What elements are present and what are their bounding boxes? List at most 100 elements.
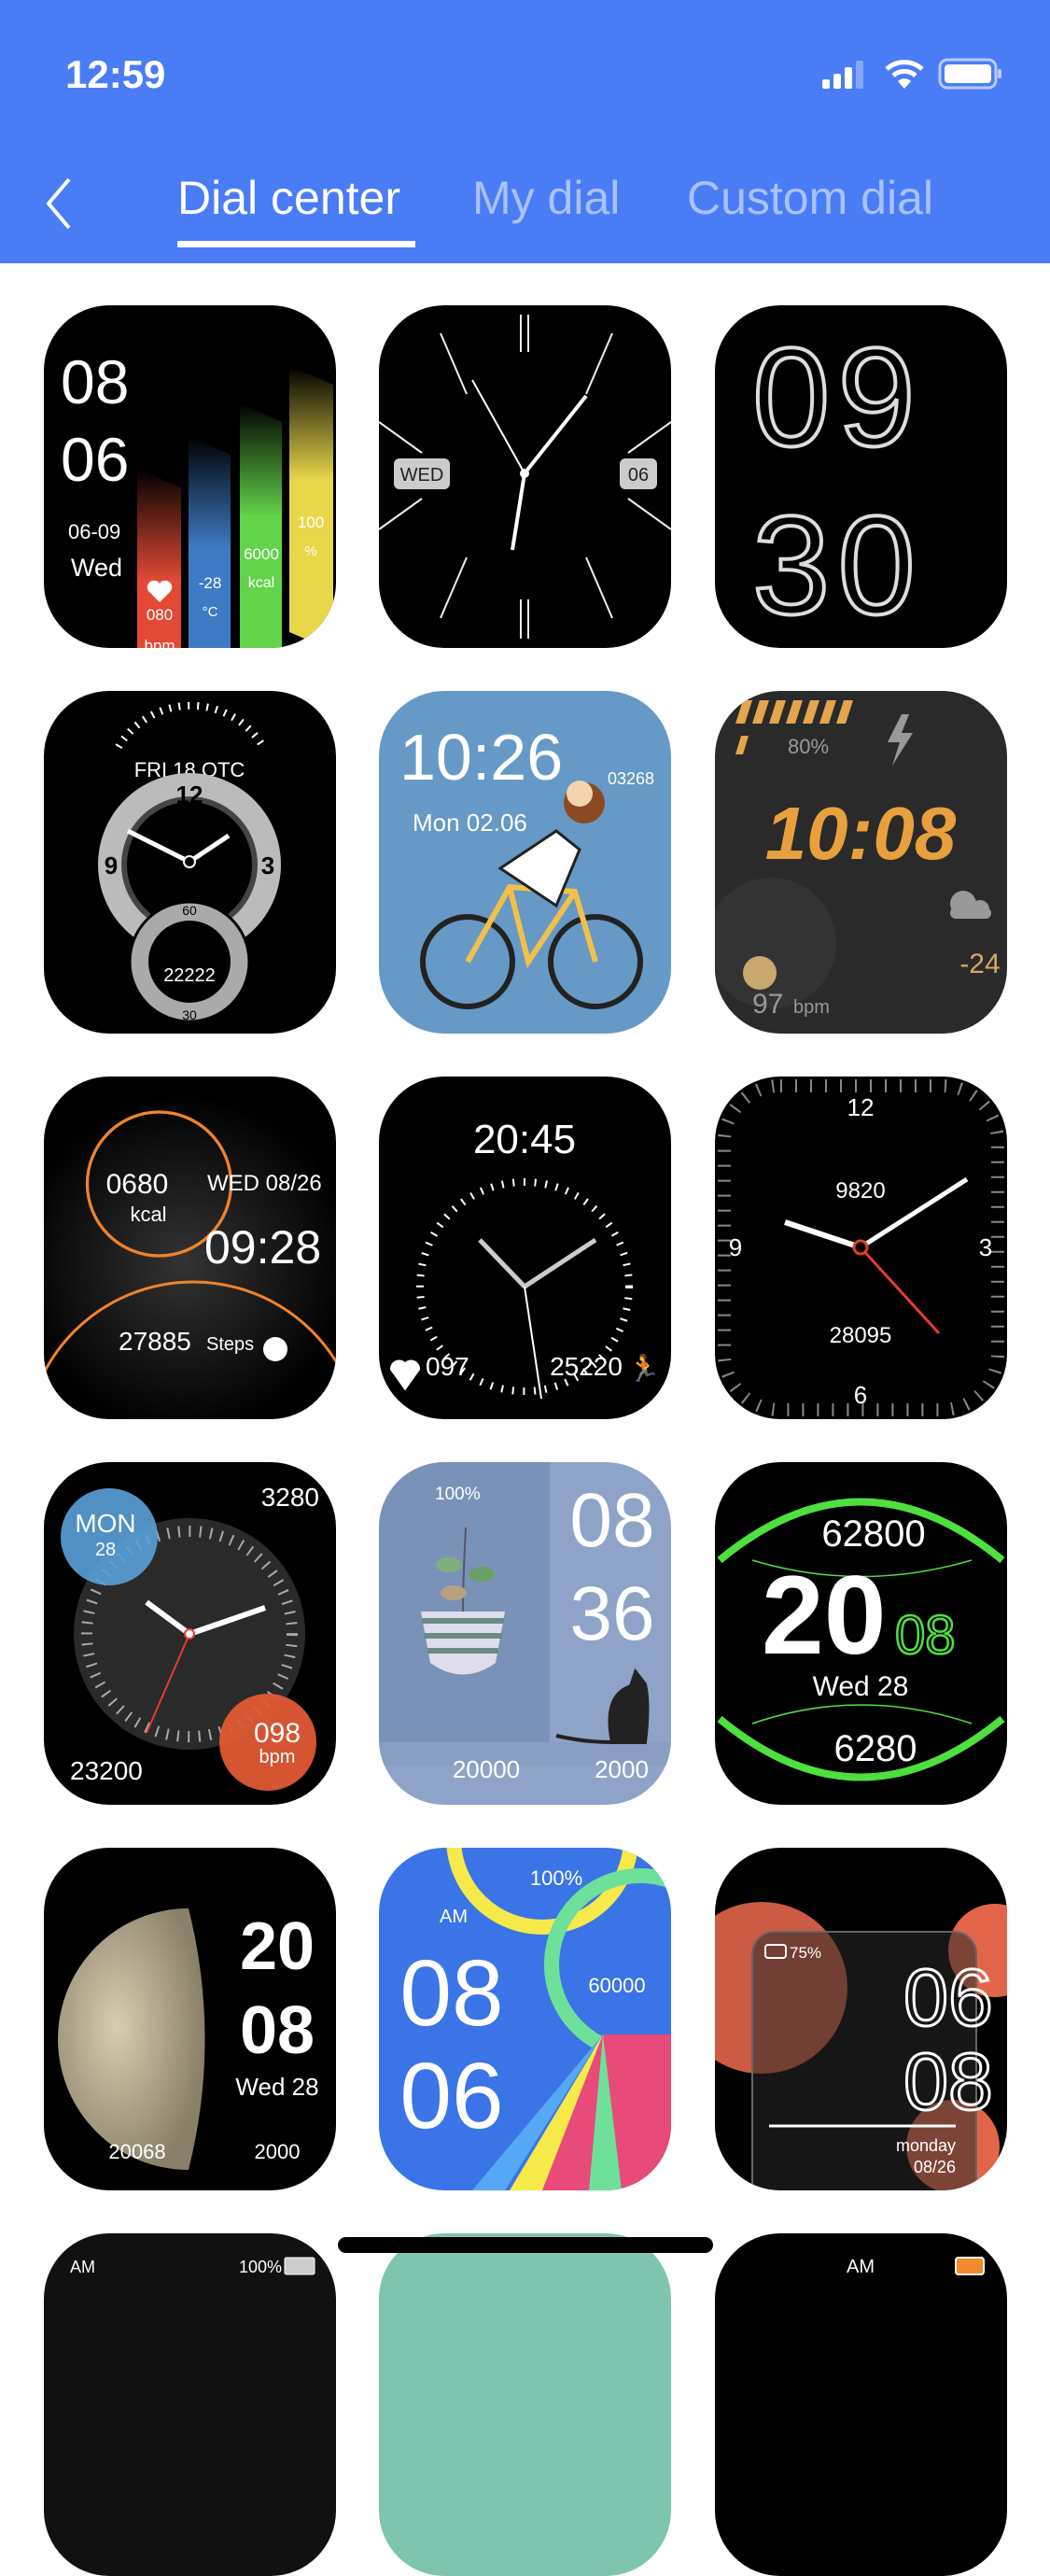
active-tab-indicator xyxy=(177,241,415,247)
tab-custom-dial[interactable]: Custom dial xyxy=(687,171,933,225)
battery-bar xyxy=(289,366,333,648)
day: MON xyxy=(75,1509,135,1538)
steps: 25220 xyxy=(550,1352,623,1381)
hr-unit: bpm xyxy=(793,997,830,1018)
time: 09:28 xyxy=(204,1221,321,1274)
time: 20:45 xyxy=(473,1117,576,1162)
temp-unit: °C xyxy=(203,604,218,620)
kcal: 2000 xyxy=(255,2140,301,2163)
dial-card[interactable]: 20 08 Wed 28 20068 2000 xyxy=(44,1848,336,2190)
steps: 62800 xyxy=(821,1513,925,1555)
minute: 08 xyxy=(240,1993,315,2068)
hour: 09 xyxy=(752,318,923,475)
day: Wed xyxy=(71,554,122,582)
dial-card[interactable]: FRI 18 OTC 12 3 9 60 30 22222 xyxy=(44,691,336,1034)
kcal: 3280 xyxy=(261,1483,319,1512)
header: 12:59 Dial center My dial Custom dial xyxy=(0,0,1050,263)
temp: -28 xyxy=(199,574,222,592)
hour: 20 xyxy=(762,1553,886,1678)
tab-my-dial[interactable]: My dial xyxy=(472,171,620,225)
steps: 60000 xyxy=(588,1974,645,1997)
battery: 100% xyxy=(530,1866,582,1890)
dial-card[interactable]: 62800 20 08 Wed 28 6280 xyxy=(715,1462,1007,1805)
dial-card[interactable]: 0680 kcal WED 08/26 09:28 27885 Steps xyxy=(44,1077,336,1419)
n9: 9 xyxy=(729,1233,742,1261)
kcal-unit: kcal xyxy=(248,575,274,591)
time: 10:26 xyxy=(399,721,563,794)
sub30: 30 xyxy=(182,1007,197,1022)
dial-card[interactable]: 10:26 03268 Mon 02.06 xyxy=(379,691,671,1034)
progress-dot xyxy=(263,1337,287,1361)
dial-card[interactable]: 80% 10:08 97 bpm -24 xyxy=(715,691,1007,1034)
kcal: 2000 xyxy=(595,1755,649,1783)
moon-image xyxy=(58,1908,205,2170)
ampm: AM xyxy=(440,1907,468,1927)
kcal: 6000 xyxy=(244,545,279,563)
dial-card[interactable]: 12 6 3 9 9820 28095 xyxy=(715,1077,1007,1419)
steps: 22222 xyxy=(163,965,216,986)
dial-card[interactable]: 100% AM 08 06 60000 xyxy=(379,1848,671,2190)
dial-card[interactable]: 75% 06 08 monday 08/26 xyxy=(715,1848,1007,2190)
heart-icon xyxy=(389,1359,421,1391)
home-indicator[interactable] xyxy=(338,2237,713,2253)
kcal: 6280 xyxy=(834,1728,917,1769)
minute: 30 xyxy=(752,486,923,643)
ampm: AM xyxy=(70,2258,95,2276)
battery: 100 xyxy=(298,514,324,531)
battery: 100% xyxy=(239,2258,282,2276)
n12: 12 xyxy=(176,781,203,809)
minute: 36 xyxy=(569,1571,654,1656)
dial-card[interactable]: AM 100% xyxy=(44,2233,336,2576)
rain-cloud-icon xyxy=(950,891,991,919)
dial-card[interactable] xyxy=(379,2233,671,2576)
hour: 08 xyxy=(569,1478,654,1563)
hour: 06 xyxy=(903,1953,993,2043)
back-button[interactable] xyxy=(41,176,78,232)
status-time: 12:59 xyxy=(65,52,166,96)
wifi-icon xyxy=(885,60,924,89)
date: 06-09 xyxy=(68,520,120,543)
n9: 9 xyxy=(105,852,118,880)
kcal: 9820 xyxy=(835,1178,885,1204)
status-icons xyxy=(822,58,1003,90)
hour: 08 xyxy=(399,1941,503,2046)
lightning-icon xyxy=(888,714,913,766)
steps: 03268 xyxy=(608,769,654,788)
battery: 80% xyxy=(788,735,829,758)
date: 08/26 xyxy=(914,2158,956,2176)
date: Wed 28 xyxy=(813,1671,909,1702)
date: 06 xyxy=(628,465,649,486)
dial-card[interactable]: WED 06 xyxy=(379,305,671,648)
battery: 75% xyxy=(790,1944,821,1962)
heart-rate: 097 xyxy=(426,1352,469,1381)
calorie-bar xyxy=(240,403,282,648)
date: 28 xyxy=(95,1540,116,1560)
hr-unit: bpm xyxy=(144,637,175,648)
n3: 3 xyxy=(979,1233,992,1261)
steps: 28095 xyxy=(830,1323,892,1348)
date: Wed 28 xyxy=(235,2073,318,2101)
time: 10:08 xyxy=(765,792,957,875)
date: WED 08/26 xyxy=(207,1171,322,1196)
day: WED xyxy=(400,465,444,486)
kcal: 0680 xyxy=(106,1169,169,1200)
dial-card[interactable]: 09 30 xyxy=(715,305,1007,648)
steps: 27885 xyxy=(119,1327,191,1356)
dial-card[interactable]: AM xyxy=(715,2233,1007,2576)
dial-card[interactable]: 08 06 06-09 Wed 080 bpm -28 °C 6000 kcal… xyxy=(44,305,336,648)
tab-dial-center[interactable]: Dial center xyxy=(177,171,400,225)
minute: 08 xyxy=(895,1605,956,1666)
running-icon: 🏃 xyxy=(628,1353,661,1383)
temperature: -24 xyxy=(959,949,1000,979)
hour: 08 xyxy=(61,347,129,416)
dial-card[interactable]: MON 28 3280 23200 098 bpm xyxy=(44,1462,336,1805)
n6: 6 xyxy=(854,1381,867,1409)
dial-card[interactable]: 100% 08 36 20000 2000 xyxy=(379,1462,671,1805)
minute: 06 xyxy=(399,2044,503,2148)
steps: 20068 xyxy=(108,2140,165,2163)
n12: 12 xyxy=(847,1093,875,1121)
cellular-signal-icon xyxy=(822,61,863,89)
minute: 08 xyxy=(903,2037,993,2127)
heart-rate: 97 xyxy=(752,989,783,1020)
dial-card[interactable]: 20:45 097 25220 🏃 xyxy=(379,1077,671,1419)
